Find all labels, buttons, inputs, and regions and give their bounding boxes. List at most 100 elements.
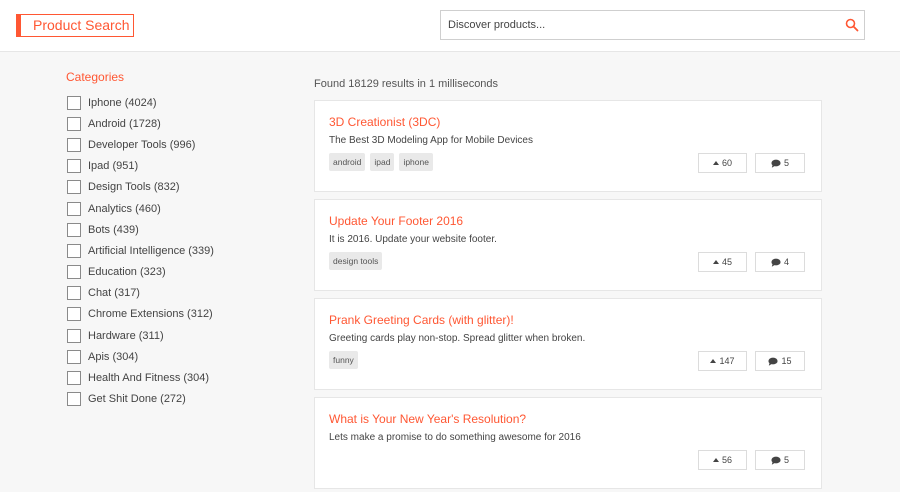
comments-button[interactable]: 4	[755, 252, 805, 272]
category-checkbox[interactable]	[67, 371, 81, 386]
results-summary: Found 18129 results in 1 milliseconds	[314, 78, 499, 90]
category-item[interactable]: Education (323)	[66, 262, 286, 283]
product-tags: funny	[329, 351, 358, 369]
upvote-button[interactable]: 60	[698, 153, 747, 173]
comments-button[interactable]: 15	[755, 351, 805, 371]
category-checkbox[interactable]	[67, 349, 81, 364]
upvote-arrow-icon	[710, 359, 717, 363]
vote-count: 147	[719, 356, 735, 366]
upvote-arrow-icon	[712, 161, 719, 165]
category-label: Chrome Extensions (312)	[88, 308, 213, 321]
comment-bubble-icon	[771, 258, 781, 267]
upvote-button[interactable]: 56	[698, 450, 747, 470]
category-label: Ipad (951)	[88, 160, 139, 173]
category-checkbox[interactable]	[67, 307, 81, 322]
category-item[interactable]: Bots (439)	[66, 219, 286, 240]
category-item[interactable]: Design Tools (832)	[66, 177, 286, 198]
upvote-arrow-icon	[712, 458, 719, 462]
product-description: It is 2016. Update your website footer.	[329, 234, 497, 245]
comment-count: 5	[783, 158, 789, 168]
product-tags: design tools	[329, 252, 383, 270]
product-card: 3D Creationist (3DC) The Best 3D Modeling…	[314, 100, 822, 192]
category-item[interactable]: Hardware (311)	[66, 325, 286, 346]
category-checkbox[interactable]	[67, 265, 81, 280]
comment-bubble-icon	[771, 456, 781, 465]
category-item[interactable]: Android (1728)	[66, 113, 286, 134]
category-checkbox[interactable]	[67, 95, 81, 110]
product-card: Update Your Footer 2016 It is 2016. Updat…	[314, 199, 822, 291]
category-label: Get Shit Done (272)	[88, 393, 186, 406]
category-label: Education (323)	[88, 266, 166, 279]
product-title-link[interactable]: What is Your New Year's Resolution?	[329, 412, 526, 426]
categories-sidebar: Categories Iphone (4024) Android (1728) De…	[66, 69, 286, 410]
comment-bubble-icon	[768, 357, 779, 366]
category-label: Iphone (4024)	[88, 96, 157, 109]
product-tag[interactable]: iphone	[399, 153, 433, 171]
category-item[interactable]: Chrome Extensions (312)	[66, 304, 286, 325]
category-checkbox[interactable]	[67, 392, 81, 407]
category-checkbox[interactable]	[67, 286, 81, 301]
vote-count: 60	[721, 158, 732, 168]
product-description: Lets make a promise to do something awes…	[329, 432, 581, 443]
categories-title: Categories	[66, 70, 125, 84]
category-list: Iphone (4024) Android (1728) Developer Too…	[66, 92, 286, 410]
category-label: Developer Tools (996)	[88, 138, 196, 151]
category-label: Design Tools (832)	[88, 181, 180, 194]
results-panel: Found 18129 results in 1 milliseconds 3D…	[314, 77, 822, 492]
search-icon[interactable]	[845, 18, 859, 32]
category-item[interactable]: Developer Tools (996)	[66, 134, 286, 155]
vote-count: 45	[721, 257, 732, 267]
upvote-button[interactable]: 147	[698, 351, 747, 371]
category-checkbox[interactable]	[67, 159, 81, 174]
category-item[interactable]: Iphone (4024)	[66, 92, 286, 113]
product-tag[interactable]: funny	[329, 351, 358, 369]
upvote-arrow-icon	[712, 260, 719, 264]
comment-bubble-icon	[771, 159, 781, 168]
category-item[interactable]: Health And Fitness (304)	[66, 367, 286, 388]
comment-count: 5	[783, 455, 789, 465]
product-title-link[interactable]: 3D Creationist (3DC)	[329, 115, 440, 129]
product-tags: android ipad iphone	[329, 153, 433, 171]
product-card: Prank Greeting Cards (with glitter)! Gree…	[314, 298, 822, 390]
search-box	[440, 10, 865, 40]
category-item[interactable]: Artificial Intelligence (339)	[66, 240, 286, 261]
category-label: Hardware (311)	[88, 329, 164, 342]
category-item[interactable]: Apis (304)	[66, 346, 286, 367]
category-checkbox[interactable]	[67, 137, 81, 152]
results-list: 3D Creationist (3DC) The Best 3D Modeling…	[314, 100, 822, 489]
comments-button[interactable]: 5	[755, 153, 805, 173]
category-label: Bots (439)	[88, 223, 139, 236]
product-title-link[interactable]: Update Your Footer 2016	[329, 214, 463, 228]
category-label: Apis (304)	[88, 350, 139, 363]
category-label: Health And Fitness (304)	[88, 372, 210, 385]
category-item[interactable]: Chat (317)	[66, 283, 286, 304]
category-label: Analytics (460)	[88, 202, 161, 215]
category-label: Chat (317)	[88, 287, 140, 300]
product-tag[interactable]: ipad	[370, 153, 395, 171]
category-item[interactable]: Get Shit Done (272)	[66, 389, 286, 410]
product-tag[interactable]: design tools	[329, 252, 383, 270]
product-card: What is Your New Year's Resolution? Lets …	[314, 397, 822, 489]
comment-count: 4	[783, 257, 789, 267]
search-input[interactable]	[441, 11, 836, 39]
category-checkbox[interactable]	[67, 222, 81, 237]
product-description: Greeting cards play non-stop. Spread gli…	[329, 333, 586, 344]
top-header: Product Search	[0, 0, 900, 52]
category-checkbox[interactable]	[67, 180, 81, 195]
category-item[interactable]: Analytics (460)	[66, 198, 286, 219]
product-tag[interactable]: android	[329, 153, 366, 171]
product-title-link[interactable]: Prank Greeting Cards (with glitter)!	[329, 313, 514, 327]
comment-count: 15	[781, 356, 792, 366]
vote-count: 56	[721, 455, 732, 465]
category-label: Artificial Intelligence (339)	[88, 244, 214, 257]
upvote-button[interactable]: 45	[698, 252, 747, 272]
comments-button[interactable]: 5	[755, 450, 805, 470]
category-checkbox[interactable]	[67, 116, 81, 131]
category-checkbox[interactable]	[67, 328, 81, 343]
product-description: The Best 3D Modeling App for Mobile Devi…	[329, 135, 533, 146]
category-label: Android (1728)	[88, 117, 161, 130]
category-checkbox[interactable]	[67, 243, 81, 258]
category-checkbox[interactable]	[67, 201, 81, 216]
category-item[interactable]: Ipad (951)	[66, 156, 286, 177]
product-search-logo[interactable]: Product Search	[16, 14, 134, 37]
